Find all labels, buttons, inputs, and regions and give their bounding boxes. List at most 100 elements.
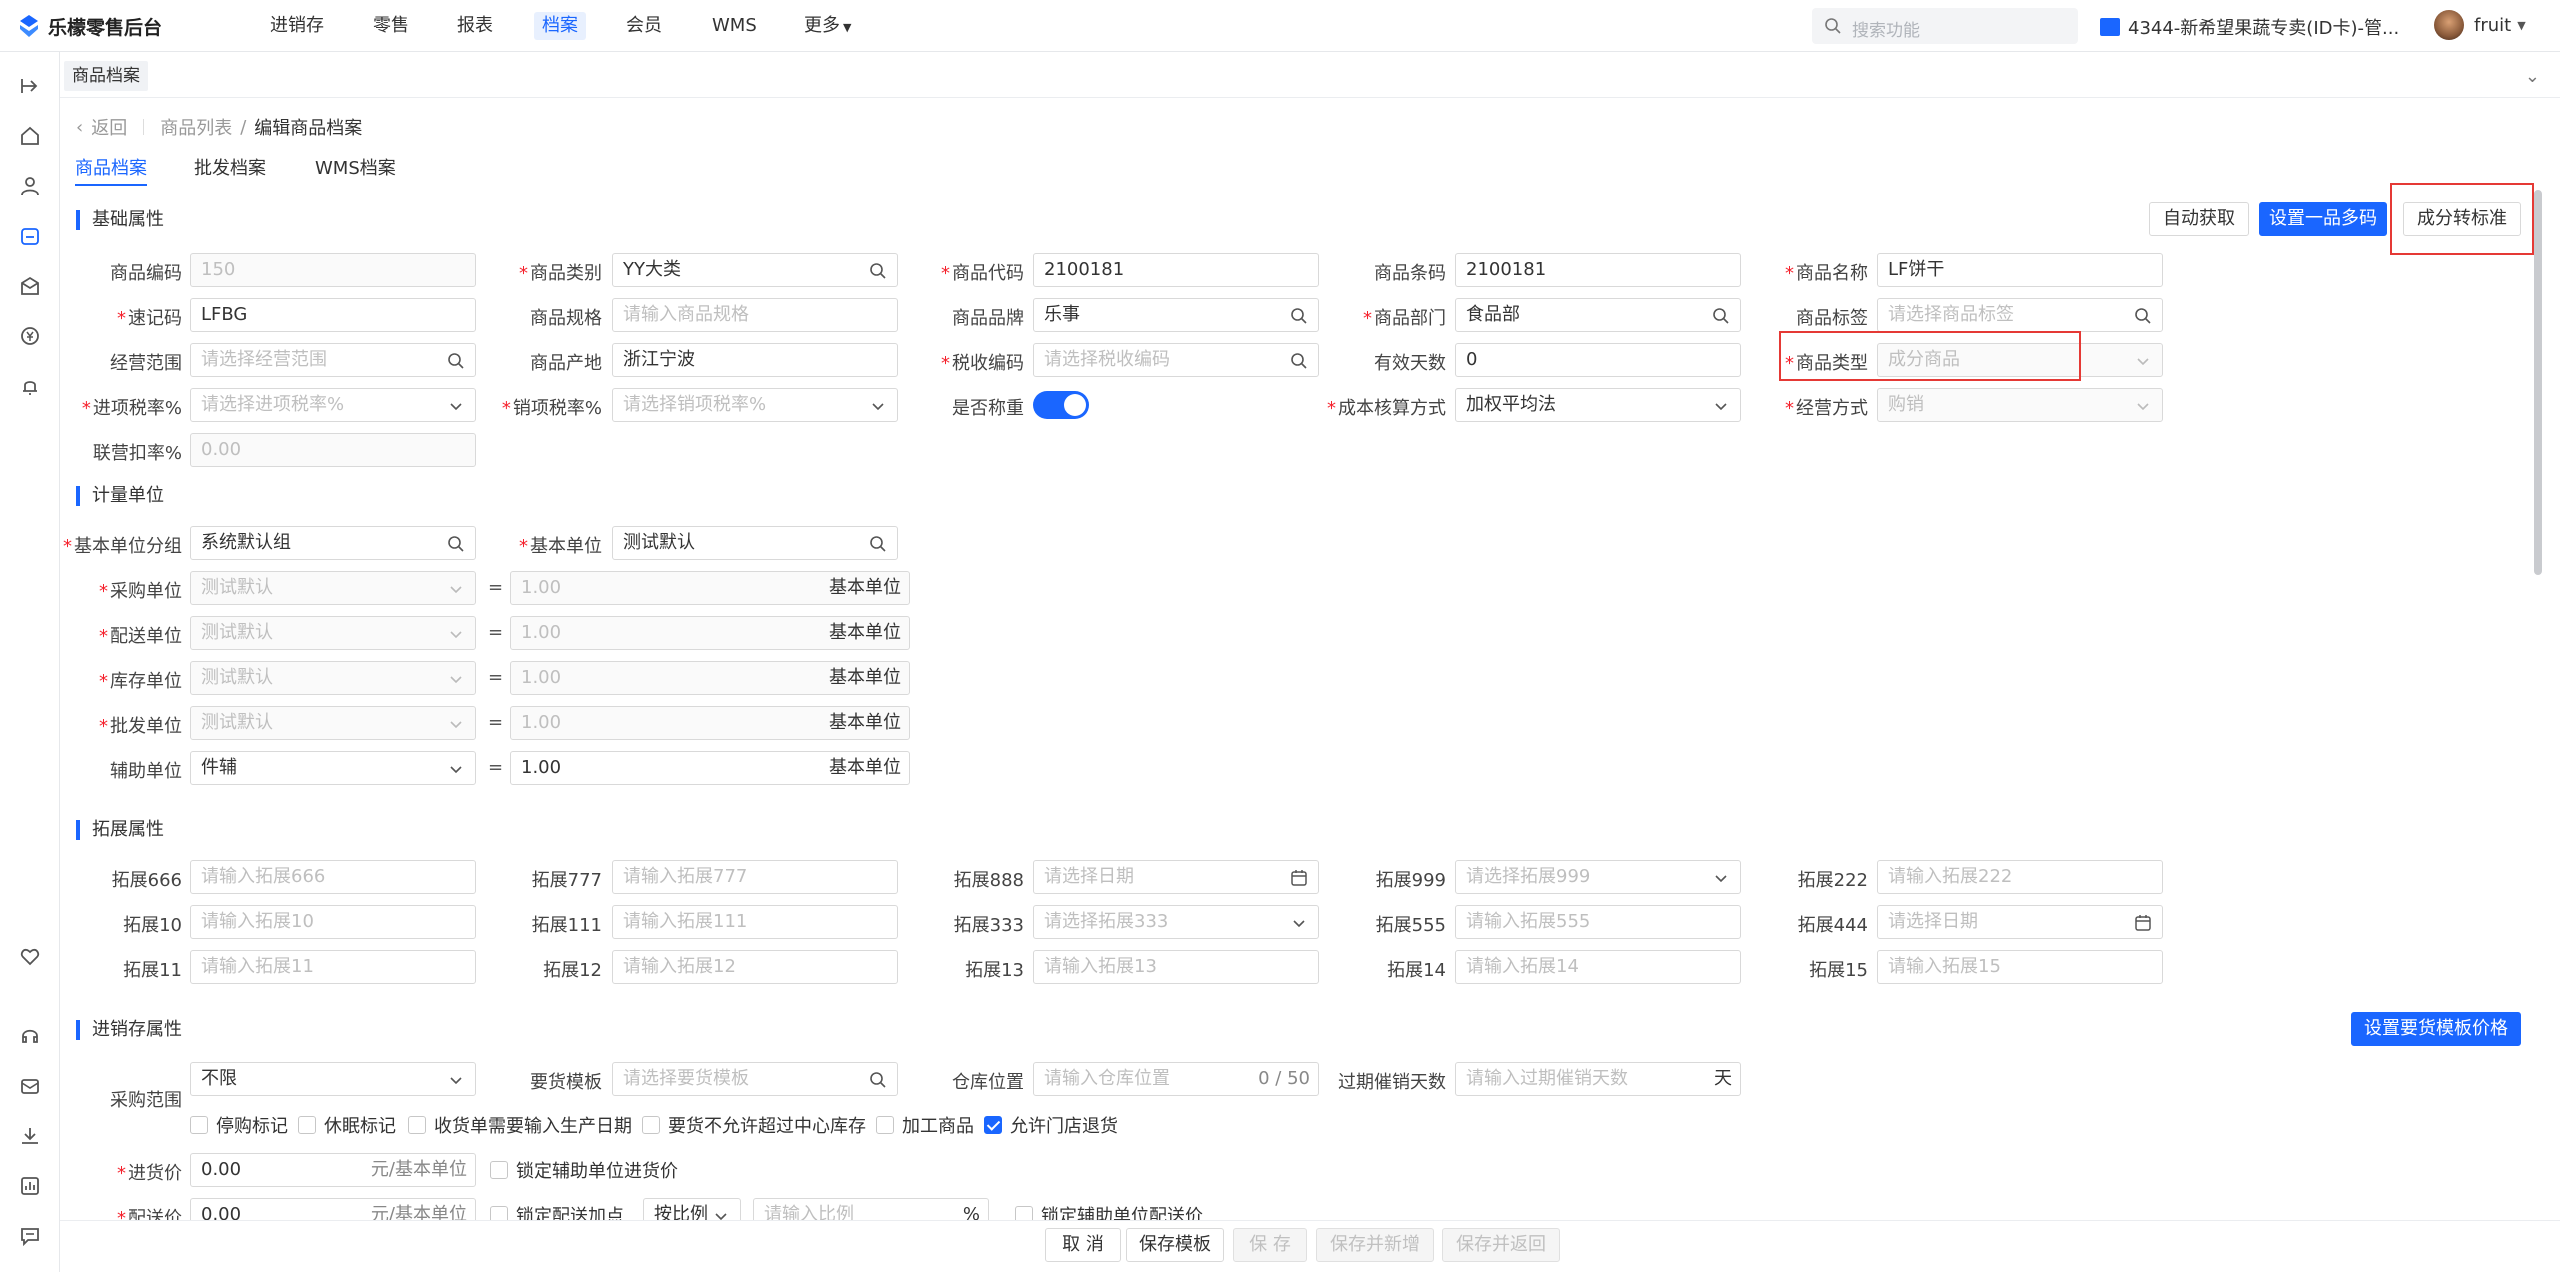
download-icon[interactable] xyxy=(16,1122,44,1150)
tag-input[interactable]: 请选择商品标签 xyxy=(1877,298,2163,332)
ext15-input[interactable]: 请输入拓展15 xyxy=(1877,950,2163,984)
checkbox-allow-return[interactable]: 允许门店退货 xyxy=(984,1113,1118,1137)
ext12-input[interactable]: 请输入拓展12 xyxy=(612,950,898,984)
chart-icon[interactable] xyxy=(16,1172,44,1200)
weigh-toggle[interactable] xyxy=(1033,391,1089,419)
chevron-down-icon[interactable]: ⌄ xyxy=(2525,66,2540,87)
expand-icon[interactable] xyxy=(16,72,44,100)
purchase-unit-select: 测试默认 xyxy=(190,571,476,605)
unit-group-input[interactable]: 系统默认组 xyxy=(190,526,476,560)
equals-sign: = xyxy=(488,712,504,733)
ext13-input[interactable]: 请输入拓展13 xyxy=(1033,950,1319,984)
ext555-input[interactable]: 请输入拓展555 xyxy=(1455,905,1741,939)
headset-icon[interactable] xyxy=(16,1022,44,1050)
label-dist-unit: * 配送单位 xyxy=(99,626,182,647)
tax-code-input[interactable]: 请选择税收编码 xyxy=(1033,343,1319,377)
item-code-input[interactable]: 2100181 xyxy=(1033,253,1319,287)
dept-input[interactable]: 食品部 xyxy=(1455,298,1741,332)
label-ext111: 拓展111 xyxy=(531,915,602,936)
cancel-button[interactable]: 取 消 xyxy=(1045,1228,1121,1262)
barcode-input[interactable]: 2100181 xyxy=(1455,253,1741,287)
set-template-price-button[interactable]: 设置要货模板价格 xyxy=(2351,1012,2521,1046)
save-button[interactable]: 保 存 xyxy=(1233,1228,1307,1262)
template-input[interactable]: 请选择要货模板 xyxy=(612,1062,898,1096)
cost-select[interactable]: 加权平均法 xyxy=(1455,388,1741,422)
ext666-input[interactable]: 请输入拓展666 xyxy=(190,860,476,894)
back-chevron-icon[interactable]: ‹ xyxy=(76,117,83,138)
app-logo[interactable]: 乐檬零售后台 xyxy=(16,12,162,40)
archive-icon[interactable] xyxy=(16,222,44,250)
user-icon[interactable] xyxy=(16,172,44,200)
ext222-input[interactable]: 请输入拓展222 xyxy=(1877,860,2163,894)
mail-icon[interactable] xyxy=(16,1072,44,1100)
checkbox-no-exceed-stock[interactable]: 要货不允许超过中心库存 xyxy=(642,1113,866,1137)
checkbox-lock-aux-in-price[interactable]: 锁定辅助单位进货价 xyxy=(490,1158,678,1182)
ext444-date[interactable]: 请选择日期 xyxy=(1877,905,2163,939)
ext999-select[interactable]: 请选择拓展999 xyxy=(1455,860,1741,894)
auto-fetch-button[interactable]: 自动获取 xyxy=(2149,202,2249,236)
highlight-box-type xyxy=(1779,331,2081,381)
nav-retail[interactable]: 零售 xyxy=(365,12,417,40)
nav-report[interactable]: 报表 xyxy=(449,12,501,40)
subtab-wms[interactable]: WMS档案 xyxy=(315,154,396,186)
nav-wms[interactable]: WMS xyxy=(704,12,765,40)
out-tax-select[interactable]: 请选择销项税率% xyxy=(612,388,898,422)
aux-unit-select[interactable]: 件辅 xyxy=(190,751,476,785)
breadcrumb-list[interactable]: 商品列表 xyxy=(160,114,232,140)
ext333-select[interactable]: 请选择拓展333 xyxy=(1033,905,1319,939)
user-menu[interactable]: fruit ▼ xyxy=(2434,10,2526,40)
brand-input[interactable]: 乐事 xyxy=(1033,298,1319,332)
back-link[interactable]: 返回 xyxy=(91,114,127,140)
ext777-input[interactable]: 请输入拓展777 xyxy=(612,860,898,894)
origin-input[interactable]: 浙江宁波 xyxy=(612,343,898,377)
heart-icon[interactable] xyxy=(16,942,44,970)
store-switcher[interactable]: 4344-新希望果蔬专卖(ID卡)-管... xyxy=(2100,14,2399,40)
envelope-icon[interactable] xyxy=(16,272,44,300)
search-box[interactable]: 搜索功能 xyxy=(1812,8,2078,44)
chevron-down-icon xyxy=(1293,920,1305,928)
scope-input[interactable]: 请选择经营范围 xyxy=(190,343,476,377)
home-icon[interactable] xyxy=(16,122,44,150)
multi-barcode-button[interactable]: 设置一品多码 xyxy=(2259,202,2387,236)
subtab-wholesale[interactable]: 批发档案 xyxy=(194,154,266,186)
vertical-scrollbar[interactable] xyxy=(2534,190,2542,575)
base-unit-input[interactable]: 测试默认 xyxy=(612,526,898,560)
checkbox-dormant[interactable]: 休眠标记 xyxy=(298,1113,396,1137)
tab-product-archive[interactable]: 商品档案 xyxy=(64,61,148,91)
in-tax-select[interactable]: 请选择进项税率% xyxy=(190,388,476,422)
name-input[interactable]: LF饼干 xyxy=(1877,253,2163,287)
purchase-scope-select[interactable]: 不限 xyxy=(190,1062,476,1096)
in-price-input[interactable]: 0.00 元/基本单位 xyxy=(190,1153,476,1187)
nav-member[interactable]: 会员 xyxy=(618,12,670,40)
message-icon[interactable] xyxy=(16,1222,44,1250)
save-and-new-button[interactable]: 保存并新增 xyxy=(1316,1228,1434,1262)
user-name: fruit xyxy=(2474,14,2512,36)
ext10-input[interactable]: 请输入拓展10 xyxy=(190,905,476,939)
ext11-input[interactable]: 请输入拓展11 xyxy=(190,950,476,984)
nav-inventory[interactable]: 进销存 xyxy=(262,12,332,40)
spec-input[interactable]: 请输入商品规格 xyxy=(612,298,898,332)
aux-ratio-input[interactable]: 1.00 基本单位 xyxy=(510,751,910,785)
stock-unit-select: 测试默认 xyxy=(190,661,476,695)
joint-input: 0.00 xyxy=(190,433,476,467)
short-code-input[interactable]: LFBG xyxy=(190,298,476,332)
category-input[interactable]: YY大类 xyxy=(612,253,898,287)
checkbox-require-prod-date[interactable]: 收货单需要输入生产日期 xyxy=(408,1113,632,1137)
yen-icon[interactable] xyxy=(16,322,44,350)
save-template-button[interactable]: 保存模板 xyxy=(1126,1228,1224,1262)
location-input[interactable]: 请输入仓库位置 0 / 50 xyxy=(1033,1062,1319,1096)
label-location: 仓库位置 xyxy=(952,1072,1024,1093)
valid-days-input[interactable]: 0 xyxy=(1455,343,1741,377)
nav-more[interactable]: 更多 ▼ xyxy=(796,12,859,40)
checkbox-stop-purchase[interactable]: 停购标记 xyxy=(190,1113,288,1137)
checkbox-processed[interactable]: 加工商品 xyxy=(876,1113,974,1137)
logo-icon xyxy=(20,15,38,37)
bell-icon[interactable] xyxy=(16,372,44,400)
ext14-input[interactable]: 请输入拓展14 xyxy=(1455,950,1741,984)
nav-archive[interactable]: 档案 xyxy=(534,12,586,40)
subtab-product[interactable]: 商品档案 xyxy=(75,154,147,186)
expire-input[interactable]: 请输入过期催销天数天 xyxy=(1455,1062,1741,1096)
ext111-input[interactable]: 请输入拓展111 xyxy=(612,905,898,939)
save-and-back-button[interactable]: 保存并返回 xyxy=(1442,1228,1560,1262)
ext888-date[interactable]: 请选择日期 xyxy=(1033,860,1319,894)
